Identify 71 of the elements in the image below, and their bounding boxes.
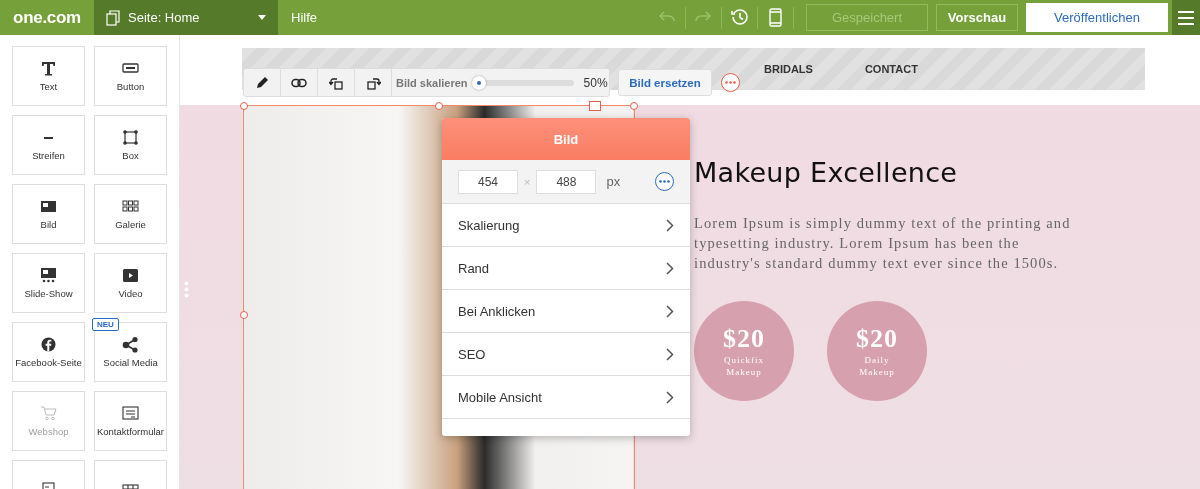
slider-thumb[interactable] xyxy=(471,75,486,90)
element-tile[interactable]: Slide-Show xyxy=(12,253,85,313)
hero-paragraph: Lorem Ipsum is simply dummy text of the printing and typesetting industry. Lorem Ipsum has been the industry's standard dummy text ever since the 1500s. xyxy=(694,214,1072,273)
link-icon xyxy=(291,77,307,88)
pages-icon xyxy=(106,9,120,26)
panel-header: Bild xyxy=(442,118,690,160)
nav-link[interactable]: BRIDALS xyxy=(764,63,813,75)
cart-icon xyxy=(40,405,57,422)
ellipsis-icon xyxy=(725,81,736,84)
chevron-right-icon xyxy=(666,261,674,275)
price-label: Daily Makeup xyxy=(858,354,896,378)
times-sign: × xyxy=(524,175,531,188)
share-icon xyxy=(122,336,139,353)
hero-heading: Makeup Excellence xyxy=(694,157,959,188)
menu-icon xyxy=(1178,10,1194,25)
pencil-icon xyxy=(255,76,269,89)
slideshow-icon xyxy=(40,267,57,284)
more-options-button[interactable] xyxy=(655,172,674,191)
element-tile[interactable]: Facebook-Seite xyxy=(12,322,85,382)
new-badge: NEU xyxy=(92,318,119,331)
chevron-right-icon xyxy=(666,347,674,361)
form-icon xyxy=(122,405,139,422)
chevron-right-icon xyxy=(666,390,674,404)
scale-value: 50% xyxy=(583,75,608,90)
anchor-handle[interactable] xyxy=(589,101,601,111)
resize-handle[interactable] xyxy=(240,102,248,110)
publish-button[interactable]: Veröffentlichen xyxy=(1026,3,1168,32)
rotate-right-icon xyxy=(365,75,381,90)
grid-icon xyxy=(122,198,139,215)
rotate-left-icon xyxy=(328,75,344,90)
play-icon xyxy=(122,267,139,284)
element-tile[interactable]: Streifen xyxy=(12,115,85,175)
drag-handle-icon[interactable] xyxy=(184,281,189,298)
panel-menu-item[interactable]: Mobile Ansicht xyxy=(442,376,690,419)
resize-handle[interactable] xyxy=(435,102,443,110)
price-label: Quickfix Makeup xyxy=(723,354,765,378)
caret-icon xyxy=(258,15,266,20)
menu-button[interactable] xyxy=(1172,0,1200,35)
element-tile[interactable]: Bild xyxy=(12,184,85,244)
panel-menu-item[interactable]: SEO xyxy=(442,333,690,376)
resize-handle[interactable] xyxy=(630,102,638,110)
chevron-right-icon xyxy=(666,304,674,318)
panel-menu-item[interactable]: Skalierung xyxy=(442,204,690,247)
facebook-icon xyxy=(40,336,57,353)
unit-label: px xyxy=(606,174,621,189)
panel-menu-item[interactable]: Rand xyxy=(442,247,690,290)
scale-label: Bild skalieren xyxy=(396,76,468,89)
element-tile[interactable]: Video xyxy=(94,253,167,313)
smartphone-icon xyxy=(766,8,785,27)
panel-menu-item[interactable]: Bei Anklicken xyxy=(442,290,690,333)
ellipsis-icon xyxy=(659,180,670,183)
chevron-right-icon xyxy=(666,218,674,232)
width-field[interactable]: 454 xyxy=(458,169,518,194)
element-tile[interactable]: Galerie xyxy=(94,184,167,244)
element-tile[interactable]: Text xyxy=(12,46,85,106)
replace-image-button[interactable]: Bild ersetzen xyxy=(618,69,712,96)
scale-slider[interactable] xyxy=(473,75,574,90)
element-tile[interactable]: Button xyxy=(94,46,167,106)
height-field[interactable]: 488 xyxy=(536,169,597,194)
element-tile[interactable]: Kontaktformular xyxy=(94,391,167,451)
price: $20 xyxy=(856,324,898,354)
resize-handle[interactable] xyxy=(240,311,248,319)
page-selector[interactable]: Seite: Home xyxy=(94,0,278,35)
box-icon xyxy=(122,129,139,146)
history-icon xyxy=(730,8,749,27)
nav-link[interactable]: CONTACT xyxy=(864,63,918,75)
image-icon xyxy=(40,198,57,215)
price: $20 xyxy=(723,324,765,354)
text-icon xyxy=(40,60,57,77)
element-tile[interactable]: Box xyxy=(94,115,167,175)
line-icon xyxy=(44,136,53,139)
